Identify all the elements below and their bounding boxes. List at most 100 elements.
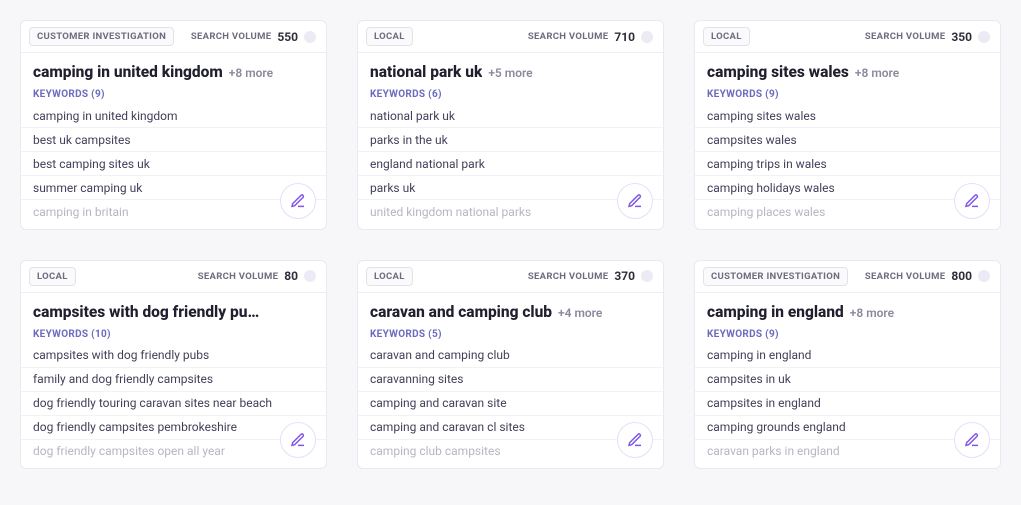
card-header: LOCAL SEARCH VOLUME 350 bbox=[695, 21, 1000, 53]
keyword-card[interactable]: LOCAL SEARCH VOLUME 710 national park uk… bbox=[357, 20, 664, 230]
search-volume-group: SEARCH VOLUME 800 bbox=[865, 269, 990, 283]
edit-icon bbox=[627, 432, 643, 448]
more-count[interactable]: +8 more bbox=[229, 66, 273, 80]
keywords-header: KEYWORDS (9) bbox=[695, 83, 1000, 104]
more-count[interactable]: +4 more bbox=[558, 306, 602, 320]
card-header: LOCAL SEARCH VOLUME 80 bbox=[21, 261, 326, 293]
card-header: CUSTOMER INVESTIGATION SEARCH VOLUME 550 bbox=[21, 21, 326, 53]
edit-icon bbox=[290, 193, 306, 209]
keyword-item[interactable]: campsites wales bbox=[695, 128, 1000, 152]
card-header: LOCAL SEARCH VOLUME 370 bbox=[358, 261, 663, 293]
card-title: camping in england bbox=[707, 303, 844, 321]
volume-indicator-icon bbox=[641, 270, 653, 282]
keywords-header: KEYWORDS (9) bbox=[21, 83, 326, 104]
search-volume-value: 370 bbox=[614, 269, 635, 283]
search-volume-group: SEARCH VOLUME 550 bbox=[191, 30, 316, 44]
edit-button[interactable] bbox=[617, 422, 653, 458]
keyword-list: national park uk parks in the uk england… bbox=[358, 104, 663, 229]
search-volume-label: SEARCH VOLUME bbox=[865, 31, 945, 42]
keyword-item[interactable]: best uk campsites bbox=[21, 128, 326, 152]
category-tag: LOCAL bbox=[703, 27, 750, 46]
search-volume-value: 80 bbox=[284, 269, 298, 283]
category-tag: LOCAL bbox=[29, 267, 76, 286]
card-title: national park uk bbox=[370, 63, 482, 81]
keyword-item[interactable]: caravan and camping club bbox=[358, 344, 663, 368]
edit-button[interactable] bbox=[617, 183, 653, 219]
search-volume-label: SEARCH VOLUME bbox=[528, 271, 608, 282]
search-volume-label: SEARCH VOLUME bbox=[865, 271, 945, 282]
search-volume-group: SEARCH VOLUME 80 bbox=[198, 269, 316, 283]
keyword-list: camping sites wales campsites wales camp… bbox=[695, 104, 1000, 229]
keyword-list: camping in england campsites in uk camps… bbox=[695, 344, 1000, 469]
volume-indicator-icon bbox=[641, 31, 653, 43]
keyword-item[interactable]: campsites with dog friendly pubs bbox=[21, 344, 326, 368]
category-tag: LOCAL bbox=[366, 267, 413, 286]
edit-button[interactable] bbox=[280, 183, 316, 219]
keyword-item[interactable]: caravanning sites bbox=[358, 368, 663, 392]
search-volume-value: 800 bbox=[951, 269, 972, 283]
keyword-item[interactable]: camping in england bbox=[695, 344, 1000, 368]
keyword-item[interactable]: campsites in england bbox=[695, 392, 1000, 416]
more-count[interactable]: +8 more bbox=[855, 66, 899, 80]
volume-indicator-icon bbox=[978, 270, 990, 282]
keyword-item[interactable]: camping and caravan site bbox=[358, 392, 663, 416]
edit-button[interactable] bbox=[954, 183, 990, 219]
edit-button[interactable] bbox=[280, 422, 316, 458]
keyword-card[interactable]: LOCAL SEARCH VOLUME 80 campsites with do… bbox=[20, 260, 327, 470]
more-count[interactable]: +8 more bbox=[850, 306, 894, 320]
card-header: CUSTOMER INVESTIGATION SEARCH VOLUME 800 bbox=[695, 261, 1000, 293]
keyword-item[interactable]: camping trips in wales bbox=[695, 152, 1000, 176]
keyword-item[interactable]: england national park bbox=[358, 152, 663, 176]
search-volume-label: SEARCH VOLUME bbox=[191, 31, 271, 42]
card-title-row: camping sites wales +8 more bbox=[695, 53, 1000, 83]
card-title-row: campsites with dog friendly pubs… bbox=[21, 293, 326, 323]
keyword-item[interactable]: camping sites wales bbox=[695, 104, 1000, 128]
card-title-row: camping in united kingdom +8 more bbox=[21, 53, 326, 83]
keywords-header: KEYWORDS (5) bbox=[358, 323, 663, 344]
keyword-card[interactable]: LOCAL SEARCH VOLUME 350 camping sites wa… bbox=[694, 20, 1001, 230]
keyword-card[interactable]: CUSTOMER INVESTIGATION SEARCH VOLUME 550… bbox=[20, 20, 327, 230]
search-volume-value: 550 bbox=[277, 30, 298, 44]
edit-icon bbox=[627, 193, 643, 209]
card-title: campsites with dog friendly pubs… bbox=[33, 303, 263, 321]
keyword-item[interactable]: campsites in uk bbox=[695, 368, 1000, 392]
keyword-list: campsites with dog friendly pubs family … bbox=[21, 344, 326, 469]
search-volume-value: 710 bbox=[614, 30, 635, 44]
search-volume-group: SEARCH VOLUME 350 bbox=[865, 30, 990, 44]
card-title-row: national park uk +5 more bbox=[358, 53, 663, 83]
keywords-header: KEYWORDS (6) bbox=[358, 83, 663, 104]
keyword-card[interactable]: CUSTOMER INVESTIGATION SEARCH VOLUME 800… bbox=[694, 260, 1001, 470]
keyword-item[interactable]: camping in united kingdom bbox=[21, 104, 326, 128]
category-tag: CUSTOMER INVESTIGATION bbox=[703, 267, 848, 286]
more-count[interactable]: +5 more bbox=[488, 66, 532, 80]
search-volume-value: 350 bbox=[951, 30, 972, 44]
keyword-item[interactable]: best camping sites uk bbox=[21, 152, 326, 176]
keyword-card[interactable]: LOCAL SEARCH VOLUME 370 caravan and camp… bbox=[357, 260, 664, 470]
volume-indicator-icon bbox=[304, 270, 316, 282]
card-title-row: caravan and camping club +4 more bbox=[358, 293, 663, 323]
edit-button[interactable] bbox=[954, 422, 990, 458]
volume-indicator-icon bbox=[304, 31, 316, 43]
search-volume-group: SEARCH VOLUME 710 bbox=[528, 30, 653, 44]
card-title: camping in united kingdom bbox=[33, 63, 223, 81]
keyword-item[interactable]: family and dog friendly campsites bbox=[21, 368, 326, 392]
edit-icon bbox=[964, 432, 980, 448]
card-title-row: camping in england +8 more bbox=[695, 293, 1000, 323]
card-title: camping sites wales bbox=[707, 63, 849, 81]
search-volume-label: SEARCH VOLUME bbox=[528, 31, 608, 42]
volume-indicator-icon bbox=[978, 31, 990, 43]
search-volume-group: SEARCH VOLUME 370 bbox=[528, 269, 653, 283]
card-header: LOCAL SEARCH VOLUME 710 bbox=[358, 21, 663, 53]
card-title: caravan and camping club bbox=[370, 303, 552, 321]
keywords-header: KEYWORDS (10) bbox=[21, 323, 326, 344]
card-grid: CUSTOMER INVESTIGATION SEARCH VOLUME 550… bbox=[20, 20, 1001, 469]
edit-icon bbox=[964, 193, 980, 209]
keyword-item[interactable]: parks in the uk bbox=[358, 128, 663, 152]
keyword-item[interactable]: national park uk bbox=[358, 104, 663, 128]
search-volume-label: SEARCH VOLUME bbox=[198, 271, 278, 282]
keyword-list: caravan and camping club caravanning sit… bbox=[358, 344, 663, 469]
keyword-item[interactable]: dog friendly touring caravan sites near … bbox=[21, 392, 326, 416]
category-tag: CUSTOMER INVESTIGATION bbox=[29, 27, 174, 46]
keyword-list: camping in united kingdom best uk campsi… bbox=[21, 104, 326, 229]
category-tag: LOCAL bbox=[366, 27, 413, 46]
